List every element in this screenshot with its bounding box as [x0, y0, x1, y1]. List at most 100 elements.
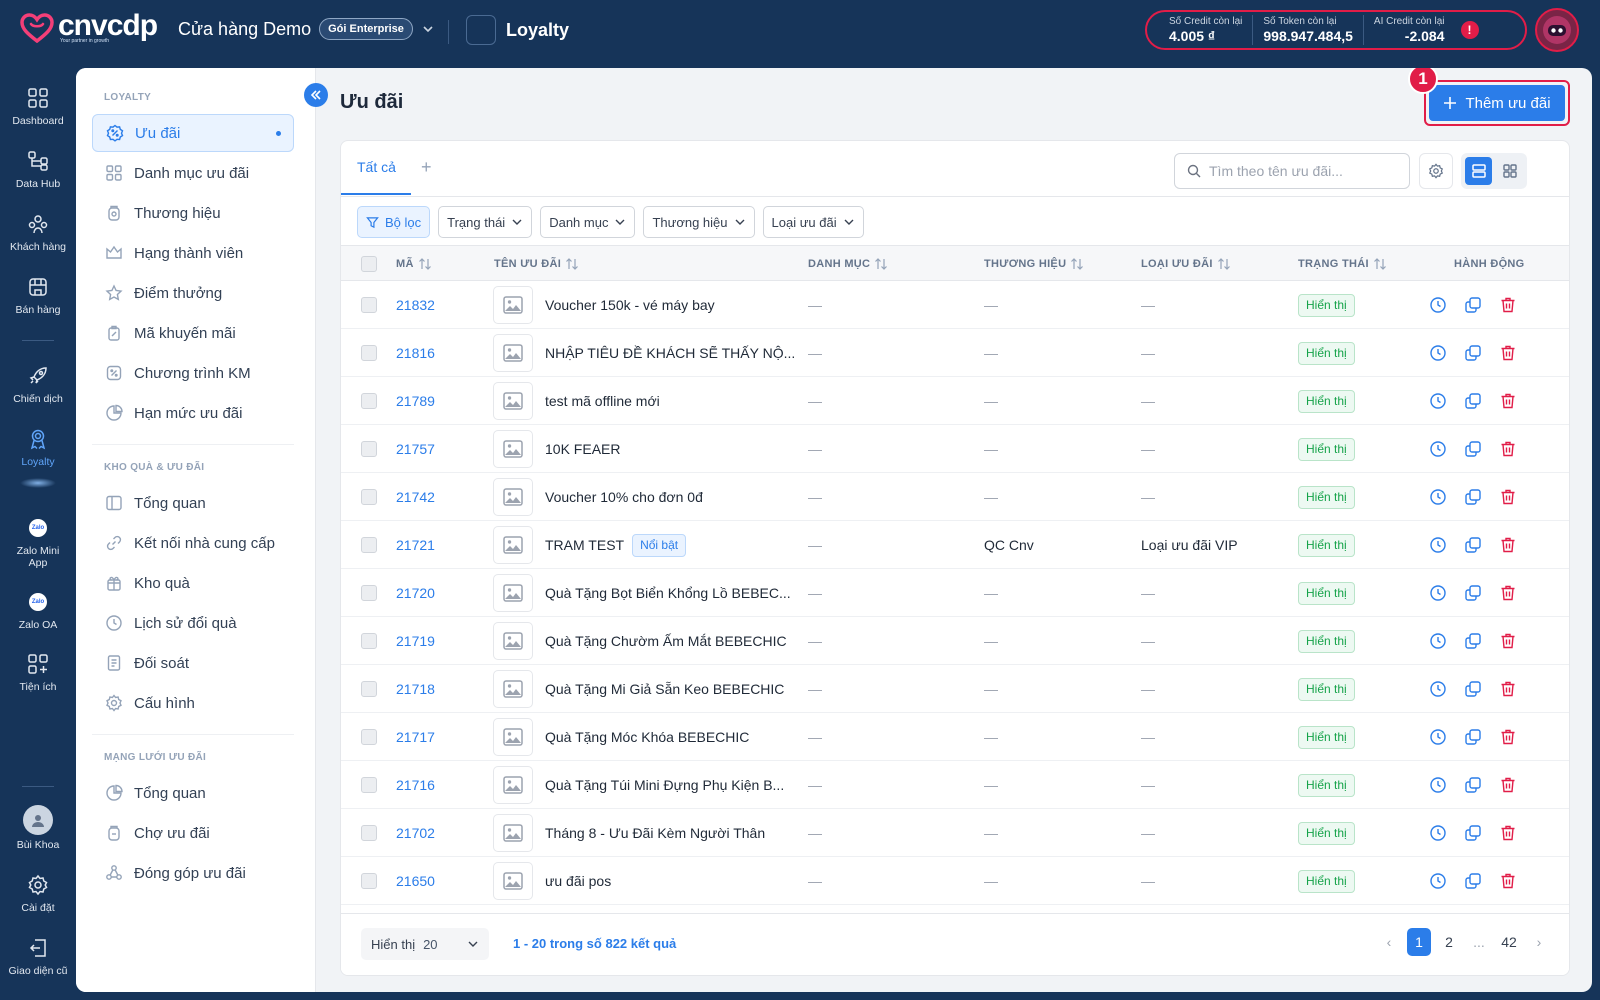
- column-header-type[interactable]: LOẠI ƯU ĐÃI: [1141, 258, 1231, 270]
- rail-item-zalo-oa[interactable]: Zalo Zalo OA: [0, 590, 76, 631]
- column-header-code[interactable]: MÃ: [396, 258, 432, 270]
- nav-item-reward-points[interactable]: Điểm thưởng: [92, 274, 294, 312]
- nav-item-gift-overview[interactable]: Tổng quan: [92, 484, 294, 522]
- column-header-status[interactable]: TRẠNG THÁI: [1298, 258, 1387, 270]
- nav-item-offer-contribution[interactable]: Đóng góp ưu đãi: [92, 854, 294, 892]
- history-button[interactable]: [1428, 823, 1448, 843]
- status-filter[interactable]: Trạng thái: [438, 206, 533, 238]
- row-checkbox[interactable]: [361, 441, 377, 457]
- rail-item-dashboard[interactable]: Dashboard: [0, 86, 76, 127]
- page-2-button[interactable]: 2: [1437, 928, 1461, 956]
- row-checkbox[interactable]: [361, 345, 377, 361]
- offer-code[interactable]: 21757: [396, 425, 435, 473]
- row-checkbox[interactable]: [361, 729, 377, 745]
- row-checkbox[interactable]: [361, 537, 377, 553]
- column-header-name[interactable]: TÊN ƯU ĐÃI: [494, 258, 579, 270]
- offer-code[interactable]: 21717: [396, 713, 435, 761]
- delete-button[interactable]: [1498, 439, 1518, 459]
- duplicate-button[interactable]: [1463, 295, 1483, 315]
- rail-item-loyalty[interactable]: Loyalty: [0, 427, 76, 468]
- table-row[interactable]: 21702 Tháng 8 - Ưu Đãi Kèm Người Thân — — — H…: [341, 809, 1569, 857]
- rail-item-utilities[interactable]: Tiện ích: [0, 652, 76, 693]
- row-checkbox[interactable]: [361, 825, 377, 841]
- table-row[interactable]: 21789 test mã offline mới — — — Hiển thị: [341, 377, 1569, 425]
- credit-summary[interactable]: Số Credit còn lại 4.005 ₫ Số Token còn l…: [1145, 10, 1527, 50]
- table-settings-button[interactable]: [1419, 153, 1453, 189]
- nav-item-brands[interactable]: Thương hiệu: [92, 194, 294, 232]
- offer-name-cell[interactable]: TRAM TEST Nổi bật: [545, 521, 687, 569]
- delete-button[interactable]: [1498, 535, 1518, 555]
- tab-all[interactable]: Tất cả: [357, 159, 396, 175]
- offer-name-cell[interactable]: 10K FEAER: [545, 425, 620, 473]
- table-row[interactable]: 21757 10K FEAER — — — Hiển thị: [341, 425, 1569, 473]
- row-checkbox[interactable]: [361, 393, 377, 409]
- duplicate-button[interactable]: [1463, 823, 1483, 843]
- row-checkbox[interactable]: [361, 777, 377, 793]
- offer-code[interactable]: 21832: [396, 281, 435, 329]
- offer-code[interactable]: 21650: [396, 857, 435, 905]
- rail-item-legacy-ui[interactable]: Giao diện cũ: [0, 936, 76, 977]
- grid-view-button[interactable]: [1496, 157, 1523, 185]
- row-checkbox[interactable]: [361, 297, 377, 313]
- page-size-select[interactable]: Hiển thị 20: [361, 928, 489, 960]
- history-button[interactable]: [1428, 295, 1448, 315]
- history-button[interactable]: [1428, 727, 1448, 747]
- offer-name-cell[interactable]: Quà Tặng Mi Giả Sẵn Keo BEBECHIC: [545, 665, 784, 713]
- delete-button[interactable]: [1498, 823, 1518, 843]
- offer-name-cell[interactable]: Quà Tặng Móc Khóa BEBECHIC: [545, 713, 749, 761]
- row-checkbox[interactable]: [361, 489, 377, 505]
- rail-item-zalo-mini-app[interactable]: Zalo Zalo Mini App: [0, 516, 76, 569]
- offer-code[interactable]: 21816: [396, 329, 435, 377]
- column-header-category[interactable]: DANH MỤC: [808, 258, 888, 270]
- nav-item-offers[interactable]: Ưu đãi: [92, 114, 294, 152]
- duplicate-button[interactable]: [1463, 583, 1483, 603]
- brand-filter[interactable]: Thương hiệu: [643, 206, 755, 238]
- rail-item-customers[interactable]: Khách hàng: [0, 212, 76, 253]
- row-checkbox[interactable]: [361, 633, 377, 649]
- rail-item-campaigns[interactable]: Chiến dịch: [0, 364, 76, 405]
- history-button[interactable]: [1428, 535, 1448, 555]
- history-button[interactable]: [1428, 871, 1448, 891]
- column-header-brand[interactable]: THƯƠNG HIỆU: [984, 258, 1084, 270]
- info-icon[interactable]: !: [1460, 21, 1479, 39]
- duplicate-button[interactable]: [1463, 535, 1483, 555]
- table-row[interactable]: 21816 NHẬP TIÊU ĐỀ KHÁCH SẼ THẤY NỘ... — — —…: [341, 329, 1569, 377]
- category-filter[interactable]: Danh mục: [540, 206, 636, 238]
- nav-item-supplier-connect[interactable]: Kết nối nhà cung cấp: [92, 524, 294, 562]
- delete-button[interactable]: [1498, 487, 1518, 507]
- nav-item-network-overview[interactable]: Tổng quan: [92, 774, 294, 812]
- duplicate-button[interactable]: [1463, 727, 1483, 747]
- offer-name-cell[interactable]: Tháng 8 - Ưu Đãi Kèm Người Thân: [545, 809, 765, 857]
- delete-button[interactable]: [1498, 871, 1518, 891]
- duplicate-button[interactable]: [1463, 775, 1483, 795]
- duplicate-button[interactable]: [1463, 679, 1483, 699]
- user-avatar[interactable]: [1535, 8, 1579, 52]
- table-row[interactable]: 21716 Quà Tặng Túi Mini Đựng Phụ Kiện B..…: [341, 761, 1569, 809]
- offer-name-cell[interactable]: Voucher 150k - vé máy bay: [545, 281, 715, 329]
- offer-code[interactable]: 21716: [396, 761, 435, 809]
- nav-item-offer-limits[interactable]: Hạn mức ưu đãi: [92, 394, 294, 432]
- offer-code[interactable]: 21721: [396, 521, 435, 569]
- offer-name-cell[interactable]: NHẬP TIÊU ĐỀ KHÁCH SẼ THẤY NỘ...: [545, 329, 795, 377]
- table-row[interactable]: 21718 Quà Tặng Mi Giả Sẵn Keo BEBECHIC — — —…: [341, 665, 1569, 713]
- search-input[interactable]: [1209, 163, 1399, 179]
- offer-name-cell[interactable]: test mã offline mới: [545, 377, 660, 425]
- offer-name-cell[interactable]: Quà Tặng Bọt Biển Khổng Lồ BEBEC...: [545, 569, 791, 617]
- nav-item-promo-programs[interactable]: Chương trình KM: [92, 354, 294, 392]
- filter-button[interactable]: Bộ lọc: [357, 206, 431, 238]
- nav-item-membership-tiers[interactable]: Hạng thành viên: [92, 234, 294, 272]
- delete-button[interactable]: [1498, 679, 1518, 699]
- delete-button[interactable]: [1498, 631, 1518, 651]
- page-1-button[interactable]: 1: [1407, 928, 1431, 956]
- history-button[interactable]: [1428, 343, 1448, 363]
- list-view-button[interactable]: [1465, 157, 1492, 185]
- duplicate-button[interactable]: [1463, 871, 1483, 891]
- collapse-sidebar-button[interactable]: [304, 83, 328, 107]
- nav-item-redeem-history[interactable]: Lịch sử đổi quà: [92, 604, 294, 642]
- delete-button[interactable]: [1498, 343, 1518, 363]
- history-button[interactable]: [1428, 487, 1448, 507]
- nav-item-configuration[interactable]: Cấu hình: [92, 684, 294, 722]
- delete-button[interactable]: [1498, 727, 1518, 747]
- offer-name-cell[interactable]: Voucher 10% cho đơn 0đ: [545, 473, 703, 521]
- offer-code[interactable]: 21718: [396, 665, 435, 713]
